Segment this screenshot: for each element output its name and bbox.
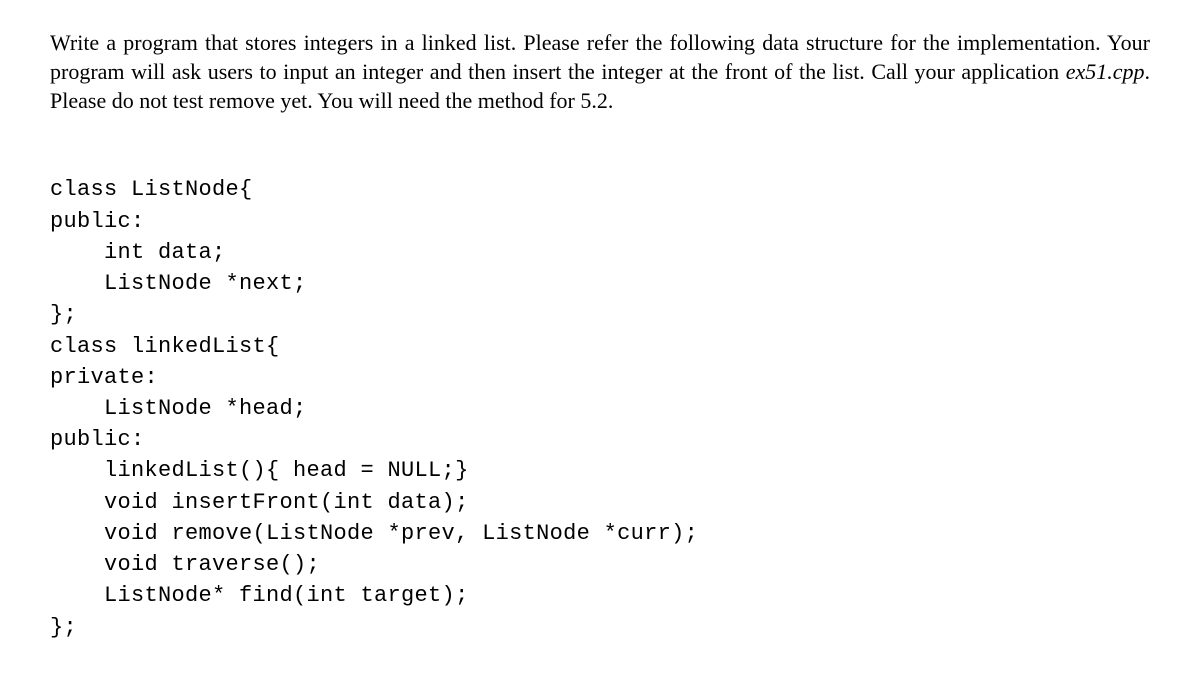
code-block: class ListNode{ public: int data; ListNo…: [50, 143, 1150, 643]
code-line: };: [50, 615, 77, 640]
code-line: ListNode *head;: [50, 396, 307, 421]
code-line: void remove(ListNode *prev, ListNode *cu…: [50, 521, 698, 546]
code-line: private:: [50, 365, 158, 390]
code-line: void insertFront(int data);: [50, 490, 469, 515]
code-line: ListNode *next;: [50, 271, 307, 296]
problem-instruction: Write a program that stores integers in …: [50, 28, 1150, 115]
filename-italic: ex51.cpp: [1066, 59, 1145, 84]
code-line: class ListNode{: [50, 177, 253, 202]
instruction-text-part1: Write a program that stores integers in …: [50, 30, 1150, 84]
code-line: linkedList(){ head = NULL;}: [50, 458, 469, 483]
code-line: public:: [50, 427, 145, 452]
code-line: };: [50, 302, 77, 327]
code-line: void traverse();: [50, 552, 320, 577]
code-line: class linkedList{: [50, 334, 280, 359]
code-line: int data;: [50, 240, 226, 265]
code-line: ListNode* find(int target);: [50, 583, 469, 608]
code-line: public:: [50, 209, 145, 234]
